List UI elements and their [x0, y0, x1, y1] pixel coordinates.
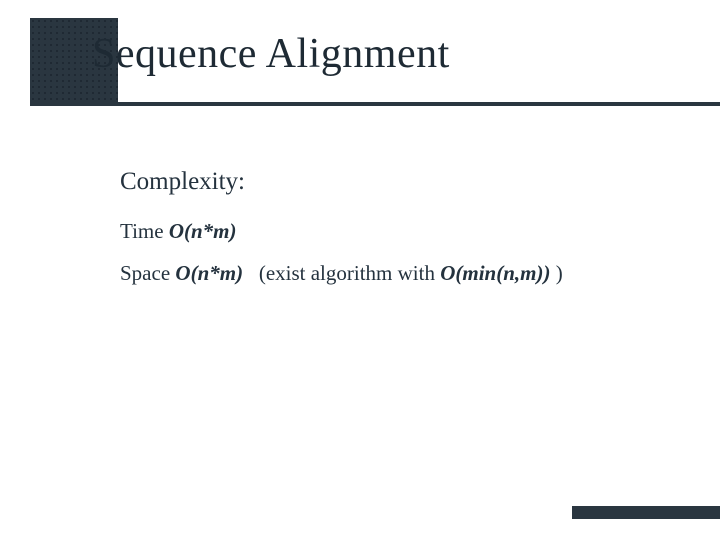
space-note-suffix: ): [550, 261, 562, 285]
space-complexity-line: Space O(n*m) (exist algorithm with O(min…: [120, 259, 660, 287]
time-big-o: O(n*m): [169, 219, 237, 243]
time-complexity-line: Time O(n*m): [120, 217, 660, 245]
time-label: Time: [120, 219, 169, 243]
complexity-heading: Complexity:: [120, 165, 660, 199]
space-label: Space: [120, 261, 175, 285]
slide-title: Sequence Alignment: [92, 30, 450, 78]
space-note-prefix: (exist algorithm with: [243, 261, 440, 285]
title-underline: [30, 102, 720, 106]
space-note-big-o: O(min(n,m)): [440, 261, 550, 285]
decorative-footer-bar: [572, 506, 720, 519]
space-big-o: O(n*m): [175, 261, 243, 285]
slide-body: Complexity: Time O(n*m) Space O(n*m) (ex…: [120, 165, 660, 301]
slide: Sequence Alignment Complexity: Time O(n*…: [0, 0, 720, 540]
